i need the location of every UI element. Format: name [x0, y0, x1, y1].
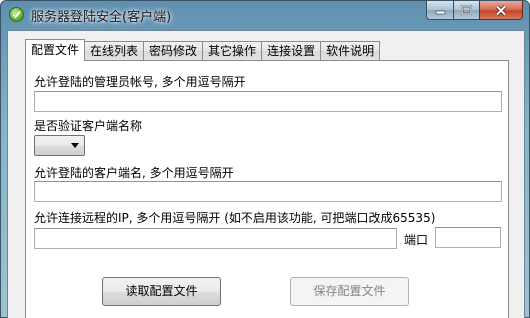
close-icon [495, 4, 507, 16]
verify-client-dropdown[interactable] [34, 135, 85, 156]
tab-online-list[interactable]: 在线列表 [84, 41, 145, 60]
chevron-down-icon [71, 143, 79, 148]
admin-accounts-label: 允许登陆的管理员帐号, 多个用逗号隔开 [34, 75, 246, 89]
maximize-icon [461, 5, 472, 15]
tab-config-file[interactable]: 配置文件 [25, 39, 86, 61]
tab-password-change[interactable]: 密码修改 [143, 41, 204, 60]
tab-strip: 配置文件 在线列表 密码修改 其它操作 连接设置 软件说明 [25, 39, 381, 61]
verify-client-label: 是否验证客户端名称 [34, 119, 143, 133]
window-title: 服务器登陆安全(客户端) [31, 10, 172, 25]
title-bar[interactable]: 服务器登陆安全(客户端) [1, 1, 529, 29]
client-area: 配置文件 在线列表 密码修改 其它操作 连接设置 软件说明 允许登陆的管理员帐号… [7, 30, 525, 318]
admin-accounts-input[interactable] [34, 91, 502, 112]
config-tab-panel: 允许登陆的管理员帐号, 多个用逗号隔开 是否验证客户端名称 允许登陆的客户端名,… [25, 60, 509, 318]
tab-connection-settings[interactable]: 连接设置 [261, 41, 322, 60]
tab-software-description[interactable]: 软件说明 [320, 41, 381, 60]
tab-other-operations[interactable]: 其它操作 [202, 41, 263, 60]
minimize-button[interactable] [426, 1, 453, 20]
maximize-button[interactable] [453, 1, 479, 20]
caption-buttons [426, 1, 523, 21]
app-shield-icon [9, 7, 24, 22]
client-names-label: 允许登陆的客户端名, 多个用逗号隔开 [34, 166, 234, 180]
port-input[interactable] [435, 227, 501, 248]
remote-ip-label: 允许连接远程的IP, 多个用逗号隔开 (如不启用该功能, 可把端口改成65535… [34, 211, 436, 225]
read-config-button[interactable]: 读取配置文件 [102, 277, 221, 306]
client-names-input[interactable] [34, 181, 502, 202]
close-button[interactable] [479, 1, 523, 20]
app-window: 服务器登陆安全(客户端) 配置文件 在线列表 密码修改 其它操作 连接设置 软件… [0, 0, 530, 318]
minimize-icon [435, 10, 445, 14]
save-config-button[interactable]: 保存配置文件 [290, 277, 409, 306]
remote-ip-input[interactable] [34, 228, 397, 249]
port-label: 端口 [404, 233, 429, 247]
